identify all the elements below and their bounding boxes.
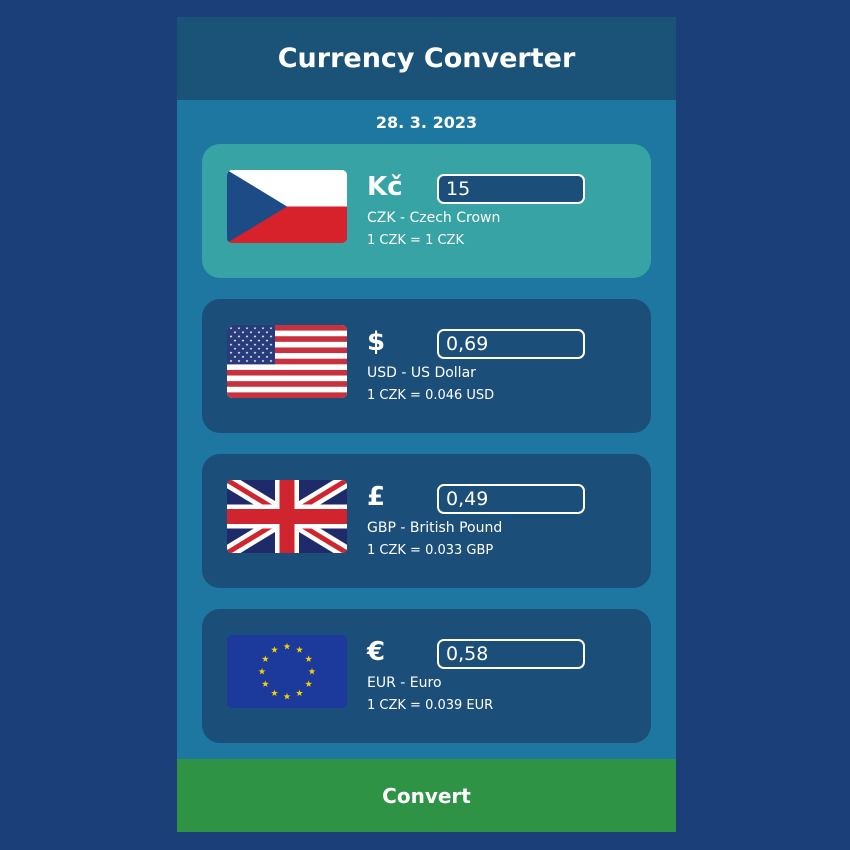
amount-input-gbp[interactable] — [437, 484, 585, 514]
currency-card-usd[interactable]: $ USD - US Dollar 1 CZK = 0.046 USD — [202, 299, 651, 433]
currency-card-gbp[interactable]: £ GBP - British Pound 1 CZK = 0.033 GBP — [202, 454, 651, 588]
currency-card-czk[interactable]: Kč CZK - Czech Crown 1 CZK = 1 CZK — [202, 144, 651, 278]
uk-flag-icon — [227, 480, 347, 553]
currency-name: USD - US Dollar — [367, 365, 476, 381]
currency-name: GBP - British Pound — [367, 520, 503, 536]
amount-input-usd[interactable] — [437, 329, 585, 359]
currency-card-eur[interactable]: € EUR - Euro 1 CZK = 0.039 EUR — [202, 609, 651, 743]
amount-input-eur[interactable] — [437, 639, 585, 669]
currency-symbol: $ — [367, 327, 386, 357]
rate-date: 28. 3. 2023 — [375, 113, 478, 132]
exchange-rate: 1 CZK = 0.039 EUR — [367, 698, 494, 713]
currency-symbol: £ — [367, 482, 386, 512]
amount-input-czk[interactable] — [437, 174, 585, 204]
page-title: Currency Converter — [177, 17, 676, 100]
exchange-rate: 1 CZK = 0.033 GBP — [367, 543, 494, 558]
exchange-rate: 1 CZK = 0.046 USD — [367, 388, 495, 403]
czech-flag-icon — [227, 170, 347, 243]
currency-symbol: € — [367, 637, 386, 667]
converter-panel: Currency Converter 28. 3. 2023 Kč CZK - … — [177, 17, 676, 832]
exchange-rate: 1 CZK = 1 CZK — [367, 233, 464, 248]
currency-symbol: Kč — [367, 172, 403, 202]
currency-name: CZK - Czech Crown — [367, 210, 501, 226]
us-flag-icon — [227, 325, 347, 398]
currency-name: EUR - Euro — [367, 675, 442, 691]
eu-flag-icon — [227, 635, 347, 708]
convert-button[interactable]: Convert — [177, 759, 676, 832]
